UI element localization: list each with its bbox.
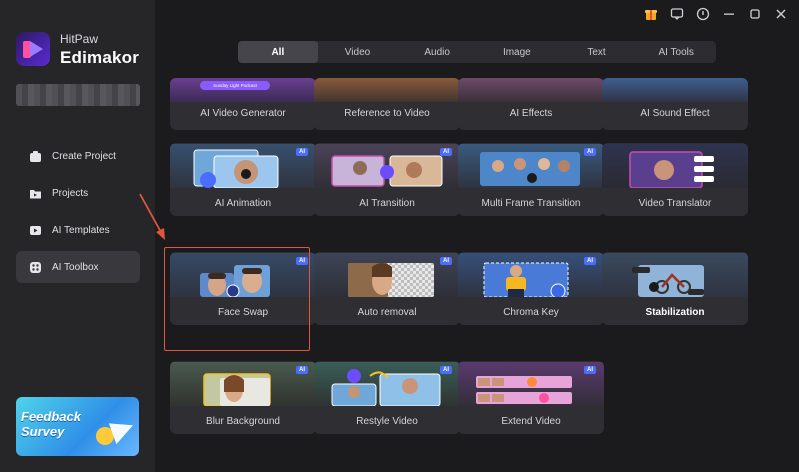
ai-badge: AI [440,257,452,265]
create-project-icon [28,149,42,163]
edimakor-logo-icon [16,32,50,66]
tool-card-multi-frame-transition[interactable]: AI Multi Frame Transition [458,143,604,216]
brand-name: HitPaw [60,31,99,46]
ai-badge: AI [296,148,308,156]
tool-thumbnail [314,362,460,407]
ai-badge: AI [584,257,596,265]
tab-audio[interactable]: Audio [397,41,477,63]
feedback-line1: Feedback [21,409,81,424]
ai-badge: AI [296,366,308,374]
ai-templates-icon [28,223,42,237]
close-icon[interactable] [773,6,789,22]
tool-thumbnail [314,144,460,188]
sidebar-item-label: AI Templates [52,224,110,236]
sidebar-item-ai-templates[interactable]: AI Templates [16,214,140,246]
tool-card-ai-video-generator[interactable]: Sunday Light Podcast AI Video Generator [170,78,316,130]
tool-label: Extend Video [501,416,561,427]
tool-label: Blur Background [206,416,280,427]
sidebar-item-projects[interactable]: Projects [16,177,140,209]
ai-badge: AI [440,148,452,156]
tool-card-video-translator[interactable]: Video Translator [602,143,748,216]
tool-thumbnail [602,144,748,189]
tab-video[interactable]: Video [318,41,398,63]
tool-card-auto-removal[interactable]: AI Auto removal [314,252,460,325]
tool-card-chroma-key[interactable]: AI Chroma Key [458,252,604,325]
tool-card-ai-effects[interactable]: AI Effects [458,78,604,130]
titlebar-controls [643,6,789,22]
gift-icon[interactable] [643,6,659,22]
pointer-arrow-icon [139,193,165,240]
sidebar: HitPaw Edimakor Create Project Projects … [0,0,155,472]
sidebar-nav: Create Project Projects AI Templates AI … [16,140,140,288]
tool-label: Restyle Video [356,416,418,427]
tool-label: Auto removal [357,307,417,318]
ai-badge: AI [584,366,596,374]
sidebar-item-ai-toolbox[interactable]: AI Toolbox [16,251,140,283]
tool-thumbnail [170,144,316,189]
info-icon[interactable] [695,6,711,22]
tool-card-stabilization[interactable]: Stabilization [602,252,748,325]
projects-icon [28,186,42,200]
category-tabs: All Video Audio Image Text AI Tools [238,41,716,63]
tool-thumbnail [314,78,460,102]
tool-card-reference-to-video[interactable]: Reference to Video [314,78,460,130]
tool-card-extend-video[interactable]: AI Extend Video [458,361,604,434]
tool-card-ai-transition[interactable]: AI AI Transition [314,143,460,216]
tool-label: Multi Frame Transition [481,198,581,209]
tool-label: AI Animation [214,198,272,209]
tool-thumbnail [602,78,748,102]
ai-badge: AI [440,366,452,374]
brand: HitPaw Edimakor [16,32,139,66]
face-swap-highlight-box [164,247,310,351]
message-icon[interactable] [669,6,685,22]
tool-label: AI Video Generator [200,108,286,119]
account-info[interactable] [16,84,140,106]
tab-text[interactable]: Text [557,41,637,63]
sidebar-item-label: Projects [52,187,89,199]
feedback-line2: Survey [21,424,65,439]
tool-card-blur-background[interactable]: AI Blur Background [170,361,316,434]
tool-label: AI Sound Effect [640,108,710,119]
minimize-icon[interactable] [721,6,737,22]
tool-label: Video Translator [638,198,712,209]
tab-image[interactable]: Image [477,41,557,63]
ai-toolbox-icon [28,260,42,274]
tool-thumbnail [458,78,604,102]
tool-label: AI Effects [509,108,553,119]
tool-thumbnail [458,362,604,406]
sidebar-item-label: AI Toolbox [52,261,99,273]
sidebar-item-label: Create Project [52,150,116,162]
tool-thumbnail: Sunday Light Podcast [170,78,316,102]
tab-all[interactable]: All [238,41,318,63]
tool-card-ai-animation[interactable]: AI AI Animation [170,143,316,216]
feedback-survey-banner[interactable]: Feedback Survey [16,397,139,456]
ai-badge: AI [584,148,596,156]
tool-card-restyle-video[interactable]: AI Restyle Video [314,361,460,434]
tab-ai-tools[interactable]: AI Tools [636,41,716,63]
tool-thumbnail [314,253,460,297]
product-name: Edimakor [60,47,140,67]
sidebar-item-create-project[interactable]: Create Project [16,140,140,172]
maximize-icon[interactable] [747,6,763,22]
tool-label: Stabilization [645,307,705,318]
tool-thumbnail [170,362,316,407]
tool-label: Reference to Video [344,108,430,119]
tool-thumbnail [458,144,604,188]
thumbnail-caption: Sunday Light Podcast [200,81,270,90]
tool-label: AI Transition [359,198,415,209]
tool-thumbnail [458,253,604,299]
tool-label: Chroma Key [503,307,559,318]
tool-thumbnail [602,253,748,297]
tool-card-ai-sound-effect[interactable]: AI Sound Effect [602,78,748,130]
